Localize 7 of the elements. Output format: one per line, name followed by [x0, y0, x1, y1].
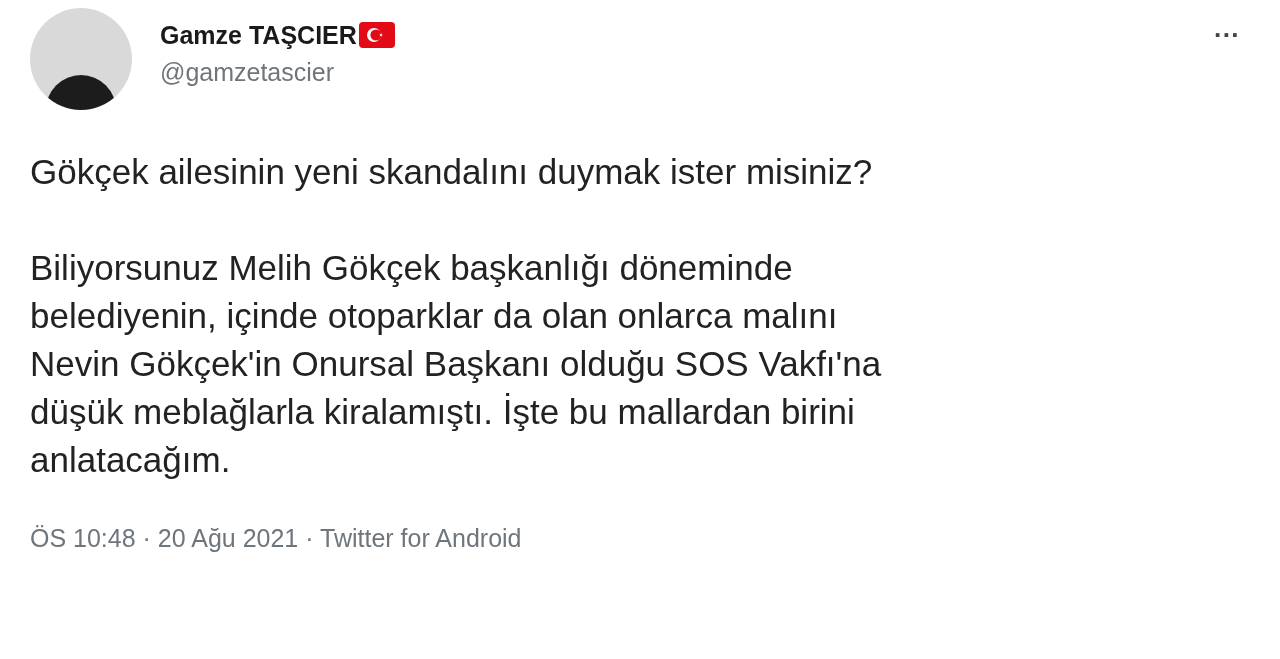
author-handle[interactable]: @gamzetascier: [160, 60, 395, 85]
flag-icon: [358, 22, 395, 48]
tweet-timestamp[interactable]: ÖS 10:48 · 20 Ağu 2021 · Twitter for Android: [30, 520, 1250, 558]
author-name[interactable]: Gamze TAŞCIER: [160, 22, 357, 48]
tweet-paragraph: Gökçek ailesinin yeni skandalını duymak ister misiniz?: [30, 151, 874, 193]
tweet-paragraph: Biliyorsunuz Melih Gökçek başkanlığı döneminde belediyenin, içinde otoparklar da olan onlarca malını Nevin Gökçek'in Onursal Başkanı olduğu SOS Vakfı'na düşük meblağlarla kiralamıştı. İşte bu mallardan birini anlatacağım.: [30, 247, 883, 481]
more-menu-button[interactable]: ···: [1214, 22, 1240, 48]
